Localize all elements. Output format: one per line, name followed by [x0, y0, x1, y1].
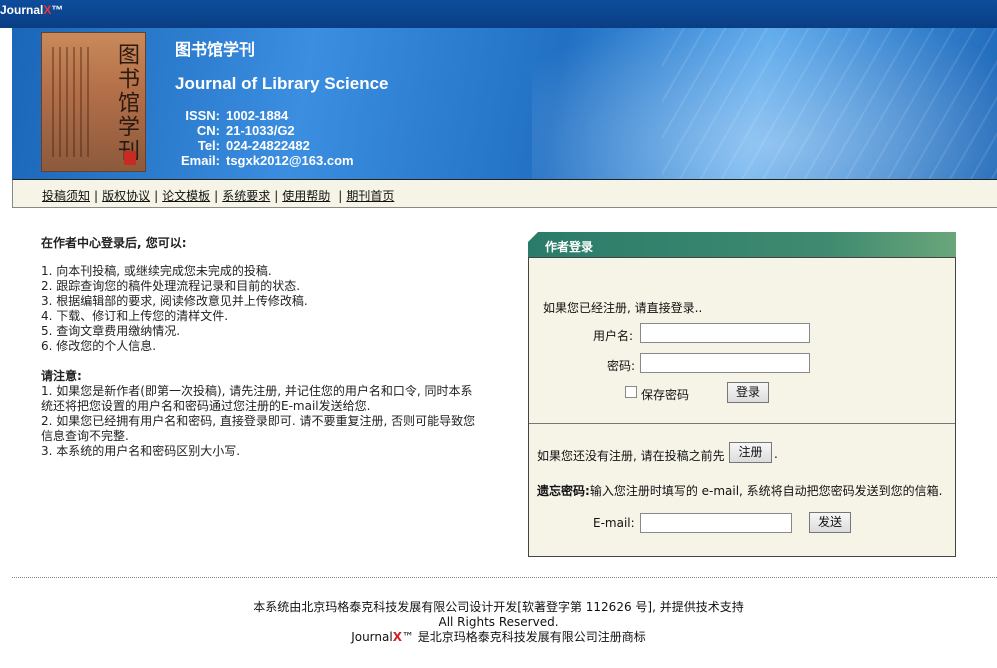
cn-label: CN: [196, 123, 220, 138]
email-value: tsgxk2012@163.com [226, 153, 354, 168]
cover-text-lines [52, 47, 92, 157]
register-prompt: 如果您还没有注册, 请在投稿之前先 [537, 447, 725, 464]
tel-label: Tel: [197, 138, 220, 153]
journal-title-en: Journal of Library Science [175, 74, 389, 93]
username-label: 用户名: [593, 329, 634, 343]
notes-heading: 请注意: [41, 369, 82, 383]
register-suffix: . [774, 447, 778, 461]
nav-separator: | [214, 189, 219, 203]
intro-item: 1. 向本刊投稿, 或继续完成您未完成的投稿. [41, 264, 272, 278]
login-panel: 如果您已经注册, 请直接登录.. 用户名: 密码: 保存密码 登录 如果您还没有… [528, 257, 956, 557]
top-bar: JournalX™ [0, 0, 997, 28]
forgot-password-text: 遗忘密码:输入您注册时填写的 e-mail, 系统将自动把您密码发送到您的信箱. [537, 482, 943, 499]
cover-title: 图书馆学刊 [114, 43, 139, 163]
cover-seal [124, 151, 136, 165]
password-label: 密码: [607, 359, 636, 373]
footer-trademark-text: 是北京玛格泰克科技发展有限公司注册商标 [413, 630, 646, 644]
nav-links: 投稿须知 | 版权协议 | 论文模板 | 系统要求 | 使用帮助 | 期刊首页 [42, 187, 394, 204]
send-button[interactable]: 发送 [809, 512, 851, 533]
footer-line-2: All Rights Reserved. [438, 615, 559, 629]
tel-line: Tel: 024-24822482 [174, 138, 310, 153]
forgot-password-desc: 输入您注册时填写的 e-mail, 系统将自动把您密码发送到您的信箱. [589, 484, 943, 498]
note-item: 3. 本系统的用户名和密码区别大小写. [41, 444, 241, 458]
nav-separator: | [338, 189, 343, 203]
cn-line: CN: 21-1033/G2 [174, 123, 295, 138]
brand-tm: ™ [51, 3, 64, 17]
issn-value: 1002-1884 [226, 108, 289, 123]
remember-password-label: 保存密码 [641, 388, 690, 402]
register-button[interactable]: 注册 [729, 442, 772, 463]
nav-separator: | [274, 189, 279, 203]
intro-item: 5. 查询文章费用缴纳情况. [41, 324, 181, 338]
intro-heading: 在作者中心登录后, 您可以: [41, 236, 187, 250]
remember-password-checkbox[interactable] [625, 386, 637, 398]
login-panel-header: 作者登录 [528, 232, 956, 257]
issn-label: ISSN: [185, 108, 220, 123]
panel-divider [529, 423, 955, 424]
footer: 本系统由北京玛格泰克科技发展有限公司设计开发[软著登字第 112626 号], … [0, 600, 997, 645]
username-input[interactable] [640, 323, 810, 343]
password-input[interactable] [640, 353, 810, 373]
footer-line-3: JournalX™ 是北京玛格泰克科技发展有限公司注册商标 [0, 630, 997, 645]
footer-divider [12, 577, 997, 578]
intro-section: 在作者中心登录后, 您可以: 1. 向本刊投稿, 或继续完成您未完成的投稿. 2… [41, 236, 481, 459]
intro-item: 3. 根据编辑部的要求, 阅读修改意见并上传修改稿. [41, 294, 308, 308]
nav-link-system-requirements[interactable]: 系统要求 [222, 189, 270, 203]
brand-name: Journal [0, 3, 44, 17]
register-prompt-text: 如果您还没有注册, 请在投稿之前先 [537, 449, 725, 463]
issn-line: ISSN: 1002-1884 [174, 108, 288, 123]
login-panel-title: 作者登录 [545, 240, 594, 254]
intro-item: 2. 跟踪查询您的稿件处理流程记录和目前的状态. [41, 279, 301, 293]
tel-value: 024-24822482 [226, 138, 310, 153]
intro-item: 4. 下载、修订和上传您的清样文件. [41, 309, 229, 323]
nav-link-submission-guide[interactable]: 投稿须知 [42, 189, 90, 203]
footer-trademark-x: X [392, 630, 402, 644]
login-button[interactable]: 登录 [727, 382, 769, 403]
login-prompt: 如果您已经注册, 请直接登录.. [543, 301, 703, 315]
email-label: E-mail: [593, 516, 635, 530]
note-item: 1. 如果您是新作者(即第一次投稿), 请先注册, 并记住您的用户名和口令, 同… [41, 384, 473, 413]
journal-title-cn: 图书馆学刊 [175, 42, 256, 59]
nav-separator: | [94, 189, 99, 203]
nav-link-help[interactable]: 使用帮助 [282, 189, 330, 203]
email-input[interactable] [640, 513, 792, 533]
footer-trademark-tm: ™ [401, 630, 414, 644]
nav-link-copyright[interactable]: 版权协议 [102, 189, 150, 203]
email-line: Email: tsgxk2012@163.com [174, 153, 354, 168]
forgot-password-title: 遗忘密码: [537, 484, 590, 498]
footer-trademark-name: Journal [351, 630, 393, 644]
intro-item: 6. 修改您的个人信息. [41, 339, 157, 353]
nav-link-template[interactable]: 论文模板 [162, 189, 210, 203]
email-label: Email: [180, 153, 220, 168]
journal-banner: 图书馆学刊 图书馆学刊 Journal of Library Science I… [12, 28, 997, 179]
nav-link-journal-home[interactable]: 期刊首页 [346, 189, 394, 203]
note-item: 2. 如果您已经拥有用户名和密码, 直接登录即可. 请不要重复注册, 否则可能导… [41, 414, 476, 443]
brand-logo: JournalX™ [0, 3, 63, 17]
footer-line-1: 本系统由北京玛格泰克科技发展有限公司设计开发[软著登字第 112626 号], … [253, 600, 744, 614]
cn-value: 21-1033/G2 [226, 123, 295, 138]
nav-bar: 投稿须知 | 版权协议 | 论文模板 | 系统要求 | 使用帮助 | 期刊首页 [12, 179, 997, 208]
nav-separator: | [154, 189, 159, 203]
journal-cover-image: 图书馆学刊 [41, 32, 146, 172]
